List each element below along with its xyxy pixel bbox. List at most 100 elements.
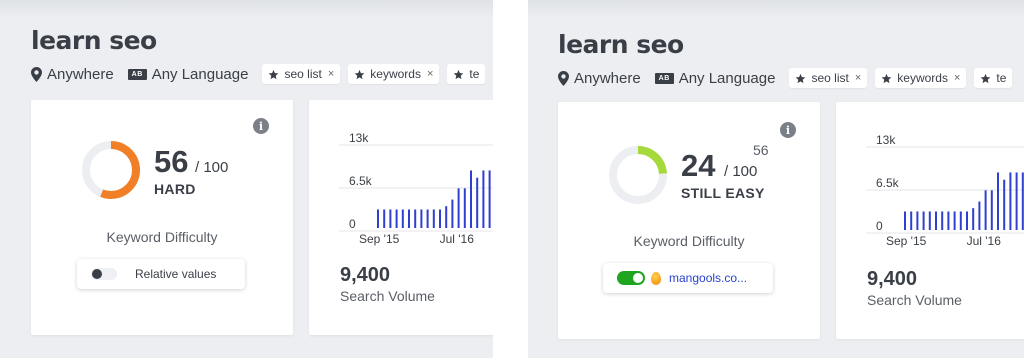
location-filter[interactable]: Anywhere [558,70,641,87]
difficulty-label: HARD [154,181,196,197]
relative-values-toggle[interactable]: Relative values [77,259,245,289]
keyword-title: learn seo [31,26,157,55]
difficulty-gauge [609,146,667,204]
tag-label: te [996,71,1007,85]
volume-bar[interactable] [984,190,987,230]
difficulty-gauge [82,141,140,199]
volume-bar[interactable] [1015,172,1018,230]
remove-tag-icon[interactable]: × [328,68,334,80]
volume-bar[interactable] [482,170,485,228]
volume-bar[interactable] [463,188,466,228]
difficulty-max: / 100 [724,163,758,180]
volume-bar[interactable] [432,209,435,228]
language-icon: AB [127,68,147,80]
x-tick-label: Jul '16 [440,232,475,246]
volume-bar[interactable] [916,211,919,230]
remove-tag-icon[interactable]: × [427,68,433,80]
volume-bar[interactable] [947,211,950,230]
location-pin-icon [31,66,42,82]
volume-bar[interactable] [941,211,944,230]
volume-bar[interactable] [439,209,441,228]
volume-bar[interactable] [401,209,404,228]
list-tag[interactable]: seo list × [262,64,341,84]
volume-bar[interactable] [377,209,379,228]
domain-link[interactable]: mangools.co... [669,271,747,285]
y-tick-label: 13k [876,133,896,147]
top-shadow [0,0,493,18]
volume-bar[interactable] [445,206,448,228]
volume-bar[interactable] [383,209,386,228]
star-icon [454,69,464,79]
list-tag[interactable]: seo list × [789,68,868,88]
y-tick-label: 6.5k [876,176,900,190]
volume-bar[interactable] [978,201,981,230]
volume-bar[interactable] [922,211,925,230]
info-icon[interactable]: i [253,118,269,134]
keyword-difficulty-title: Keyword Difficulty [106,229,218,245]
x-tick-label: Jul '16 [967,234,1002,248]
volume-bar[interactable] [1009,172,1012,230]
language-filter[interactable]: AB Any Language [654,69,776,87]
star-icon [981,73,991,83]
tag-label: keywords [370,67,421,81]
volume-bar[interactable] [990,190,993,230]
language-label: Any Language [678,69,776,87]
keyword-title: learn seo [558,30,684,59]
volume-bar[interactable] [389,209,392,228]
volume-bar[interactable] [476,177,479,228]
volume-bar[interactable] [910,211,913,230]
location-pin-icon [558,70,569,86]
search-volume-label: Search Volume [340,288,435,304]
tag-label: seo list [811,71,849,85]
keyword-meta: Anywhere AB Any Language seo list × keywo… [558,68,1020,88]
search-volume-card: 13k6.5k0Sep '15Jul '16M 9,400 Search Vol… [309,100,493,335]
volume-bar[interactable] [935,211,937,230]
y-tick-label: 0 [349,217,356,231]
x-tick-label: Sep '15 [359,232,400,246]
volume-bar[interactable] [997,172,999,230]
search-volume-chart: 13k6.5k0Sep '15Jul '16M [339,131,493,246]
volume-bar[interactable] [966,211,968,230]
volume-bar[interactable] [408,209,410,228]
list-tag[interactable]: te [447,64,486,84]
remove-tag-icon[interactable]: × [954,72,960,84]
volume-bar[interactable] [451,199,454,228]
toggle-switch[interactable] [617,271,645,285]
y-tick-label: 6.5k [349,174,373,188]
remove-tag-icon[interactable]: × [855,72,861,84]
info-icon[interactable]: i [780,122,796,138]
volume-bar[interactable] [395,209,398,228]
list-tag[interactable]: te [974,68,1013,88]
volume-bar[interactable] [470,170,472,228]
volume-bar[interactable] [426,209,429,228]
comparison-domain-toggle[interactable]: mangools.co... [603,263,773,293]
difficulty-label: STILL EASY [681,185,765,201]
star-icon [881,73,892,83]
location-filter[interactable]: Anywhere [31,66,114,83]
left-panel: learn seo Anywhere AB Any Language seo l… [0,0,493,358]
volume-bar[interactable] [959,211,962,230]
volume-bar[interactable] [414,209,417,228]
list-tag[interactable]: keywords × [348,64,440,84]
star-icon [354,69,365,79]
volume-bar[interactable] [420,209,423,228]
location-label: Anywhere [574,69,641,87]
list-tag[interactable]: keywords × [875,68,967,88]
volume-bar[interactable] [928,211,931,230]
volume-bar[interactable] [1003,179,1006,230]
volume-bar[interactable] [488,170,491,228]
volume-bar[interactable] [953,211,956,230]
volume-bar[interactable] [904,211,906,230]
star-icon [269,69,279,79]
search-volume-card: 13k6.5k0Sep '15Jul '16M 9,400 Search Vol… [836,102,1024,339]
toggle-switch[interactable] [91,268,117,280]
toggle-label: Relative values [135,267,217,281]
search-volume-chart: 13k6.5k0Sep '15Jul '16M [866,133,1024,248]
volume-bar[interactable] [457,188,460,228]
location-label: Anywhere [47,65,114,83]
difficulty-max: / 100 [195,159,229,176]
search-volume-label: Search Volume [867,292,962,308]
language-filter[interactable]: AB Any Language [127,66,248,83]
volume-bar[interactable] [972,208,975,230]
y-tick-label: 13k [349,131,369,145]
